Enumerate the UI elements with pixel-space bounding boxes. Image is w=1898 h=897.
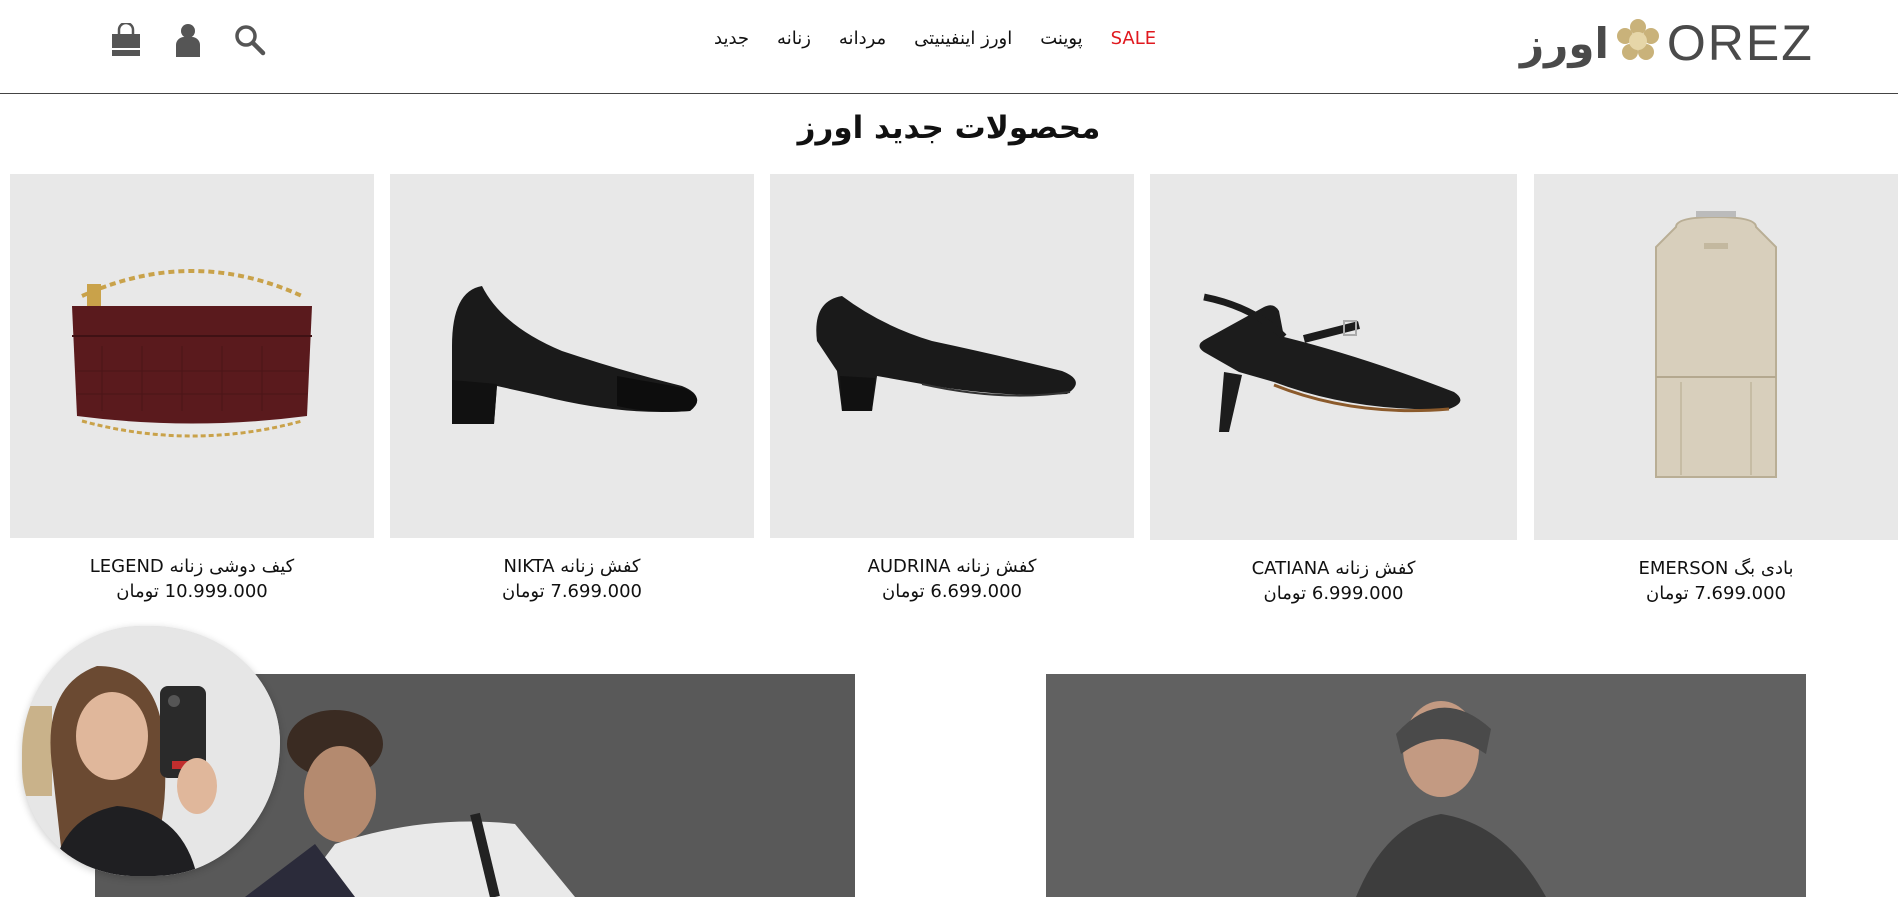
women-collection-banner[interactable] [1046, 674, 1806, 897]
product-image[interactable] [1534, 174, 1898, 540]
nav-item-sale[interactable]: SALE [1097, 28, 1170, 49]
product-price: 7.699.000 تومان [1646, 583, 1786, 604]
product-image[interactable] [1150, 174, 1517, 540]
nav-item-new[interactable]: جدید [700, 28, 763, 49]
product-card[interactable]: بادی بگ EMERSON 7.699.000 تومان [1534, 174, 1898, 604]
product-price: 6.999.000 تومان [1263, 583, 1404, 604]
main-nav: جدید زنانه مردانه اورز اینفینیتی پوینت S… [700, 28, 1170, 49]
product-card[interactable]: کفش زنانه NIKTA 7.699.000 تومان [390, 174, 754, 602]
girl-selfie-image [22, 626, 280, 876]
site-header: جدید زنانه مردانه اورز اینفینیتی پوینت S… [0, 0, 1898, 94]
beige-backpack-icon [1655, 211, 1777, 478]
shopping-bag-icon[interactable] [110, 22, 142, 58]
header-icons [110, 22, 266, 58]
black-slingback-heel-icon [1198, 293, 1460, 432]
product-name[interactable]: کفش زنانه AUDRINA [770, 556, 1134, 577]
logo-persian-text: اورز [1520, 18, 1611, 68]
black-block-heel-pump-icon [816, 296, 1076, 411]
nav-item-orez-infinity[interactable]: اورز اینفینیتی [900, 28, 1026, 49]
product-price: 10.999.000 تومان [116, 581, 268, 602]
product-name[interactable]: کفش زنانه NIKTA [390, 556, 754, 577]
woman-model-image [1356, 701, 1546, 897]
product-name[interactable]: کفش زنانه CATIANA [1150, 558, 1517, 579]
user-icon[interactable] [172, 22, 204, 58]
product-price: 7.699.000 تومان [502, 581, 642, 602]
nav-item-point[interactable]: پوینت [1026, 28, 1096, 49]
product-price: 6.699.000 تومان [882, 581, 1022, 602]
product-image[interactable] [10, 174, 374, 538]
nav-item-men[interactable]: مردانه [825, 28, 900, 49]
nav-item-women[interactable]: زنانه [763, 28, 825, 49]
flower-logo-icon [1615, 18, 1661, 68]
video-story-bubble[interactable] [22, 626, 280, 876]
product-card[interactable]: کفش زنانه CATIANA 6.999.000 تومان [1150, 174, 1517, 604]
product-image[interactable] [390, 174, 754, 538]
product-card[interactable]: کیف دوشی زنانه LEGEND 10.999.000 تومان [10, 174, 374, 602]
search-icon[interactable] [234, 22, 266, 58]
logo-english-text: OREZ [1666, 15, 1814, 71]
black-cap-toe-pump-icon [452, 286, 698, 424]
burgundy-shoulder-bag-icon [72, 269, 312, 438]
site-logo[interactable]: اورز OREZ [1520, 14, 1814, 72]
product-name[interactable]: بادی بگ EMERSON [1534, 558, 1898, 579]
product-card[interactable]: کفش زنانه AUDRINA 6.699.000 تومان [770, 174, 1134, 602]
product-image[interactable] [770, 174, 1134, 538]
product-name[interactable]: کیف دوشی زنانه LEGEND [10, 556, 374, 577]
section-title: محصولات جدید اورز [797, 110, 1101, 146]
